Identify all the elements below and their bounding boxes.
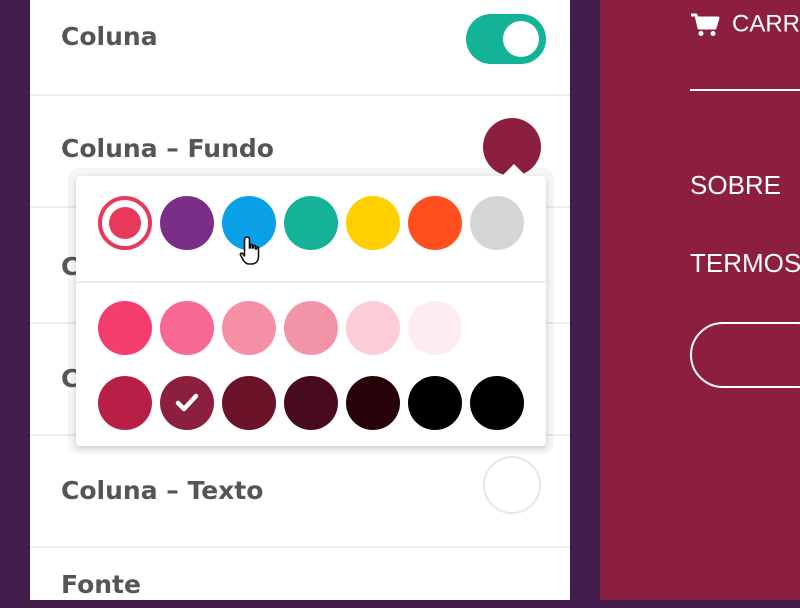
preview-divider (690, 89, 800, 91)
popover-arrow (502, 164, 526, 176)
left-sidebar-edge (0, 0, 30, 600)
base-color-swatch-7[interactable] (470, 196, 524, 250)
setting-row-column: Coluna (30, 0, 570, 96)
setting-label: Coluna – Texto (61, 476, 264, 505)
setting-label: Fonte (61, 570, 141, 599)
tint-color-swatch-6[interactable] (408, 301, 462, 355)
shade-color-swatch-1[interactable] (98, 376, 152, 430)
popover-divider (76, 281, 546, 283)
tint-color-swatch-5[interactable] (346, 301, 400, 355)
base-color-swatch-5[interactable] (346, 196, 400, 250)
shade-color-swatch-2[interactable] (160, 376, 214, 430)
nav-link-sobre[interactable]: SOBRE (690, 170, 781, 201)
tint-color-swatch-1[interactable] (98, 301, 152, 355)
base-color-swatch-6[interactable] (408, 196, 462, 250)
base-color-swatch-2[interactable] (160, 196, 214, 250)
base-color-swatch-3[interactable] (222, 196, 276, 250)
shade-color-swatch-7[interactable] (470, 376, 524, 430)
text-color-swatch[interactable] (483, 456, 541, 514)
setting-label: Coluna – Fundo (61, 134, 274, 163)
column-toggle[interactable] (466, 14, 546, 64)
shade-color-swatch-5[interactable] (346, 376, 400, 430)
shade-color-swatch-3[interactable] (222, 376, 276, 430)
cart-link[interactable]: CARR (690, 10, 800, 39)
shade-color-swatch-4[interactable] (284, 376, 338, 430)
panel-gap (570, 0, 600, 600)
cart-label: CARR (732, 10, 800, 38)
site-preview: CARR SOBRE TERMOS (600, 0, 800, 600)
tint-color-swatch-2[interactable] (160, 301, 214, 355)
setting-label: Coluna (61, 22, 158, 51)
toggle-knob (503, 21, 539, 57)
selected-swatch-fill (109, 207, 141, 239)
tint-color-swatch-3[interactable] (222, 301, 276, 355)
setting-row-column-text: Coluna – Texto (30, 436, 570, 548)
check-icon (175, 393, 199, 412)
color-picker-popover (76, 164, 546, 446)
base-color-swatch-1[interactable] (98, 196, 152, 250)
shade-color-swatch-6[interactable] (408, 376, 462, 430)
setting-row-font: Fonte (30, 548, 570, 608)
nav-link-termos[interactable]: TERMOS (690, 248, 800, 279)
cart-icon (691, 13, 720, 36)
base-color-swatch-4[interactable] (284, 196, 338, 250)
tint-color-swatch-4[interactable] (284, 301, 338, 355)
preview-outline-button[interactable] (690, 322, 800, 388)
